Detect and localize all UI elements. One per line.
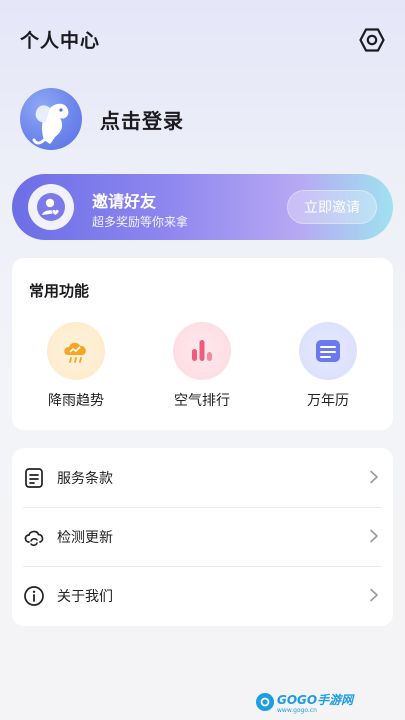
common-functions-card: 常用功能 降雨趋势 空气排行 万年历 (12, 258, 393, 430)
invite-icon-badge (28, 184, 74, 230)
function-label: 降雨趋势 (48, 393, 104, 409)
menu-item-about[interactable]: 关于我们 (12, 566, 393, 625)
info-circle-icon (24, 586, 44, 606)
function-icon-bg (47, 322, 105, 380)
menu-item-label: 服务条款 (57, 471, 113, 487)
watermark-url: www.gogo.cn (277, 706, 317, 714)
function-icon-bg (299, 322, 357, 380)
chevron-right-icon (370, 470, 378, 484)
menu-item-check-update[interactable]: 检测更新 (12, 507, 393, 566)
function-label: 万年历 (307, 393, 349, 409)
function-calendar[interactable]: 万年历 (278, 322, 378, 418)
invite-subtitle: 超多奖励等你来拿 (92, 215, 189, 229)
function-icon-bg (173, 322, 231, 380)
menu-item-label: 关于我们 (57, 589, 113, 605)
function-label: 空气排行 (174, 393, 230, 409)
elephant-avatar-icon (32, 103, 69, 145)
menu-item-label: 检测更新 (57, 530, 113, 546)
chevron-right-icon (370, 588, 378, 602)
settings-button[interactable] (357, 26, 387, 54)
function-air-ranking[interactable]: 空气排行 (152, 322, 252, 418)
calendar-doc-icon (316, 340, 340, 362)
invite-now-button[interactable]: 立即邀请 (287, 190, 377, 224)
gear-hexagon-icon (359, 28, 385, 52)
menu-item-terms[interactable]: 服务条款 (12, 448, 393, 507)
cloud-sync-icon (24, 530, 44, 547)
invite-title: 邀请好友 (92, 192, 157, 211)
avatar[interactable] (20, 88, 82, 150)
user-heart-icon (37, 193, 65, 221)
function-rain-trend[interactable]: 降雨趋势 (26, 322, 126, 418)
rain-cloud-icon (64, 342, 86, 363)
profile-section[interactable]: 点击登录 (20, 88, 390, 152)
chevron-right-icon (370, 529, 378, 543)
header-bar: 个人中心 (0, 0, 405, 78)
watermark-text: GOGO手游网 (277, 692, 354, 707)
document-list-icon (25, 468, 43, 488)
login-label[interactable]: 点击登录 (100, 105, 184, 134)
bar-ranking-icon (192, 340, 212, 361)
settings-menu-card: 服务条款 检测更新 关于我们 (12, 448, 393, 626)
invite-banner[interactable]: 邀请好友 超多奖励等你来拿 立即邀请 (12, 174, 393, 240)
watermark-logo-icon (256, 693, 274, 711)
section-title: 常用功能 (29, 282, 90, 300)
page-title: 个人中心 (20, 30, 101, 52)
watermark: GOGO手游网 www.gogo.cn (256, 691, 368, 713)
